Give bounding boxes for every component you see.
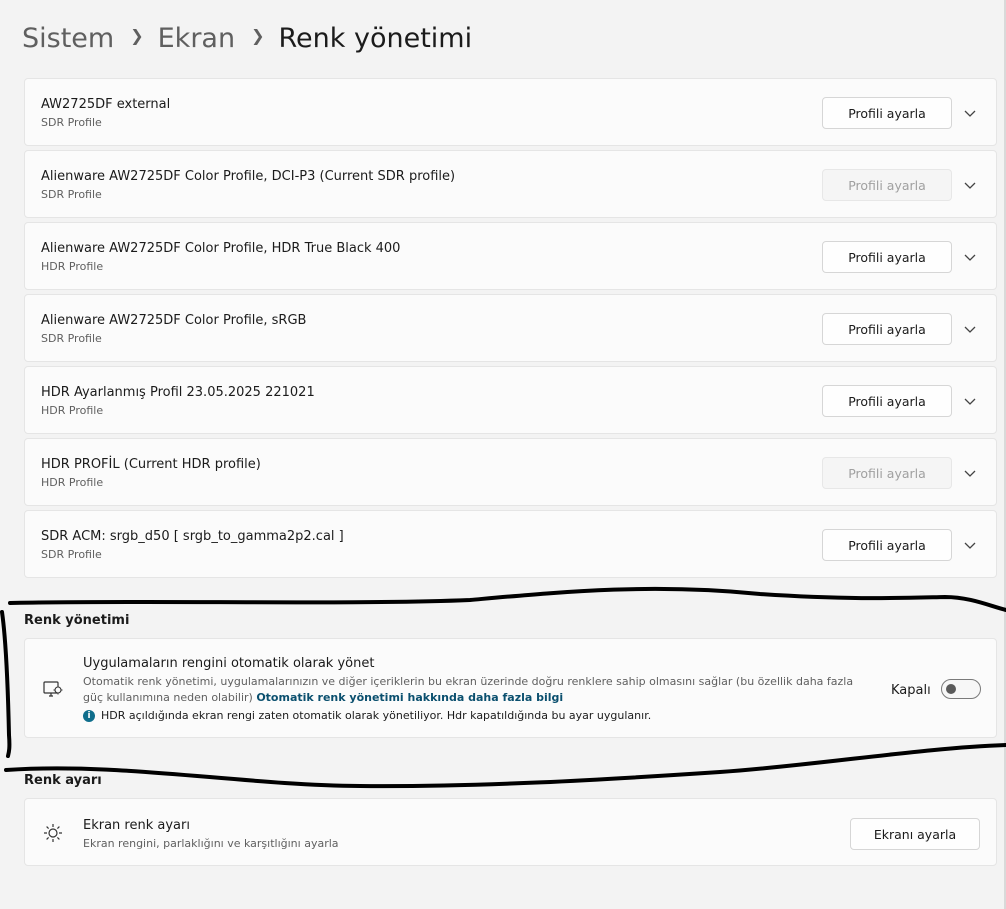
profile-type: HDR Profile (41, 476, 104, 489)
toggle-knob (946, 684, 956, 694)
set-profile-button[interactable]: Profili ayarla (822, 97, 952, 129)
set-profile-button[interactable]: Profili ayarla (822, 385, 952, 417)
calibration-setting: Ekran renk ayarı Ekran rengini, parlaklı… (24, 798, 997, 866)
chevron-down-icon[interactable] (962, 177, 978, 193)
learn-more-link[interactable]: Otomatik renk yönetimi hakkında daha faz… (256, 691, 563, 704)
profile-row[interactable]: Alienware AW2725DF Color Profile, DCI-P3… (24, 150, 997, 218)
section-title-color-management: Renk yönetimi (24, 613, 130, 628)
calibration-subtitle: Ekran rengini, parlaklığını ve karşıtlığ… (83, 837, 339, 850)
chevron-down-icon[interactable] (962, 249, 978, 265)
breadcrumb-item-sistem[interactable]: Sistem (22, 23, 114, 54)
profile-row[interactable]: SDR ACM: srgb_d50 [ srgb_to_gamma2p2.cal… (24, 510, 997, 578)
chevron-down-icon[interactable] (962, 465, 978, 481)
page-title: Renk yönetimi (278, 22, 473, 54)
breadcrumb-item-ekran[interactable]: Ekran (158, 23, 235, 54)
calibration-title: Ekran renk ayarı (83, 818, 190, 833)
auto-color-toggle[interactable] (941, 679, 981, 699)
breadcrumb: Sistem ❯ Ekran ❯ Renk yönetimi (22, 18, 472, 58)
setting-description: Otomatik renk yönetimi, uygulamalarınızı… (83, 674, 873, 706)
chevron-right-icon: ❯ (130, 25, 144, 45)
profile-row[interactable]: Alienware AW2725DF Color Profile, sRGB S… (24, 294, 997, 362)
profile-row[interactable]: Alienware AW2725DF Color Profile, HDR Tr… (24, 222, 997, 290)
profile-type: SDR Profile (41, 548, 102, 561)
info-icon: i (83, 709, 95, 722)
toggle-state-label: Kapalı (891, 683, 931, 698)
profile-type: SDR Profile (41, 188, 102, 201)
section-title-calibration: Renk ayarı (24, 773, 102, 788)
brightness-icon (44, 824, 62, 842)
profile-type: SDR Profile (41, 116, 102, 129)
profile-title: HDR PROFİL (Current HDR profile) (41, 457, 261, 472)
profile-type: HDR Profile (41, 404, 104, 417)
set-profile-button: Profili ayarla (822, 457, 952, 489)
chevron-down-icon[interactable] (962, 105, 978, 121)
chevron-down-icon[interactable] (962, 393, 978, 409)
profile-row[interactable]: HDR PROFİL (Current HDR profile) HDR Pro… (24, 438, 997, 506)
profile-row[interactable]: HDR Ayarlanmış Profil 23.05.2025 221021 … (24, 366, 997, 434)
chevron-right-icon: ❯ (251, 25, 265, 45)
set-profile-button[interactable]: Profili ayarla (822, 313, 952, 345)
info-note: i HDR açıldığında ekran rengi zaten otom… (83, 709, 651, 722)
profile-title: Alienware AW2725DF Color Profile, sRGB (41, 313, 307, 328)
setting-title: Uygulamaların rengini otomatik olarak yö… (83, 656, 375, 671)
calibrate-display-button[interactable]: Ekranı ayarla (850, 818, 980, 850)
set-profile-button[interactable]: Profili ayarla (822, 241, 952, 273)
chevron-down-icon[interactable] (962, 321, 978, 337)
profile-type: HDR Profile (41, 260, 104, 273)
set-profile-button: Profili ayarla (822, 169, 952, 201)
auto-color-management-setting: Uygulamaların rengini otomatik olarak yö… (24, 638, 997, 738)
profile-title: Alienware AW2725DF Color Profile, HDR Tr… (41, 241, 401, 256)
profile-title: AW2725DF external (41, 97, 171, 112)
profile-title: HDR Ayarlanmış Profil 23.05.2025 221021 (41, 385, 315, 400)
display-color-icon (43, 681, 63, 697)
profile-title: SDR ACM: srgb_d50 [ srgb_to_gamma2p2.cal… (41, 529, 344, 544)
profile-type: SDR Profile (41, 332, 102, 345)
chevron-down-icon[interactable] (962, 537, 978, 553)
profile-row[interactable]: AW2725DF external SDR Profile Profili ay… (24, 78, 997, 146)
info-text: HDR açıldığında ekran rengi zaten otomat… (101, 709, 652, 722)
profile-title: Alienware AW2725DF Color Profile, DCI-P3… (41, 169, 456, 184)
set-profile-button[interactable]: Profili ayarla (822, 529, 952, 561)
